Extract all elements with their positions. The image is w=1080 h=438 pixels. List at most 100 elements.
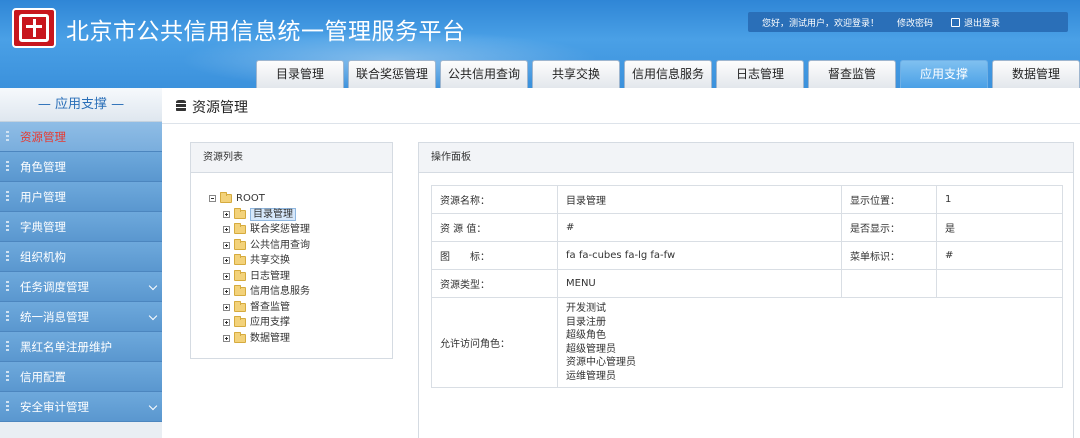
sidebar-item-4[interactable]: 组织机构 <box>0 242 162 272</box>
table-row: 资源类型： MENU <box>431 269 1063 298</box>
sidebar-item-3[interactable]: 字典管理 <box>0 212 162 242</box>
tree-node[interactable]: ROOT <box>209 192 310 204</box>
nav-tab-4[interactable]: 信用信息服务 <box>624 60 712 88</box>
main-content: 资源管理 资源列表 ROOT 目录管理联合奖惩管理 公共信用查询 共享交换日志管理信用… <box>162 88 1080 438</box>
role-item: 超级角色 <box>566 330 606 341</box>
database-icon <box>176 100 186 112</box>
tree-node[interactable]: 联合奖惩管理 <box>209 223 310 235</box>
expand-icon[interactable] <box>223 334 230 342</box>
grip-icon <box>6 311 9 323</box>
sidebar-item-2[interactable]: 用户管理 <box>0 182 162 212</box>
lock-icon <box>951 17 961 27</box>
nav-tab-3[interactable]: 共享交换 <box>532 60 620 88</box>
tree-node-label: 共享交换 <box>250 255 290 266</box>
tree-node-label: 日志管理 <box>250 270 290 282</box>
tree-node-label: 督查监管 <box>250 301 290 313</box>
expand-icon[interactable] <box>223 241 230 249</box>
sidebar-item-1[interactable]: 角色管理 <box>0 152 162 182</box>
roles-label: 允许访问角色： <box>431 297 558 388</box>
page-title: 资源管理 <box>192 100 248 116</box>
nav-tab-2[interactable]: 公共信用查询 <box>440 60 528 88</box>
folder-icon <box>234 285 246 296</box>
grip-icon <box>6 251 9 263</box>
menu-flag-label: 菜单标识： <box>841 241 937 270</box>
is-displayed-value: 是 <box>936 213 1063 242</box>
site-title: 北京市公共信用信息统一管理服务平台 <box>66 19 466 45</box>
sidebar: — 应用支撑 — 资源管理 角色管理 用户管理 字典管理 组织机构 任务调度管理 统一消息管… <box>0 88 162 438</box>
role-item: 运维管理员 <box>566 370 616 382</box>
role-item: 开发测试 <box>566 303 606 314</box>
sidebar-item-7[interactable]: 黑红名单注册维护 <box>0 332 162 362</box>
sidebar-item-label: 资源管理 <box>20 130 66 144</box>
sidebar-item-label: 任务调度管理 <box>20 280 89 294</box>
operation-panel: 操作面板 资源名称： 目录管理 显示位置： 1 资 源 值： # 是否显示： 是… <box>418 142 1074 438</box>
role-item: 超级管理员 <box>566 343 616 355</box>
tree-node-label: 目录管理 <box>250 207 296 221</box>
sidebar-item-5[interactable]: 任务调度管理 <box>0 272 162 302</box>
menu-flag-value: # <box>936 241 1063 270</box>
tree-node[interactable]: 目录管理 <box>209 207 310 221</box>
logout-link[interactable]: 退出登录 <box>951 16 1000 29</box>
roles-list: 开发测试 目录注册 超级角色 超级管理员 资源中心管理员 运维管理员 <box>557 297 1063 388</box>
tree-node-label: 应用支撑 <box>250 317 290 328</box>
icon-value: fa fa-cubes fa-lg fa-fw <box>557 241 842 270</box>
operation-panel-title: 操作面板 <box>419 143 1073 173</box>
main-nav: 目录管理 联合奖惩管理 公共信用查询 共享交换 信用信息服务 日志管理 督查监管 应用支撑 数据… <box>256 60 1080 88</box>
nav-tab-8[interactable]: 数据管理 <box>992 60 1080 88</box>
sidebar-item-6[interactable]: 统一消息管理 <box>0 302 162 332</box>
expand-icon[interactable] <box>223 210 230 218</box>
tree-node-label: 公共信用查询 <box>250 239 310 251</box>
tree-node[interactable]: 公共信用查询 <box>209 238 310 251</box>
collapse-icon[interactable] <box>209 195 216 202</box>
table-row: 资 源 值： # 是否显示： 是 <box>431 213 1063 242</box>
resource-list-title: 资源列表 <box>191 143 392 173</box>
sidebar-item-9[interactable]: 安全审计管理 <box>0 392 162 422</box>
grip-icon <box>6 401 9 413</box>
display-position-value: 1 <box>936 185 1063 214</box>
expand-icon[interactable] <box>223 288 230 295</box>
tree-node[interactable]: 应用支撑 <box>209 316 310 328</box>
tree-node-label: ROOT <box>236 193 265 204</box>
tree-node[interactable]: 信用信息服务 <box>209 285 310 297</box>
nav-tab-5[interactable]: 日志管理 <box>716 60 804 88</box>
change-password-link[interactable]: 修改密码 <box>897 16 933 29</box>
table-row: 图 标： fa fa-cubes fa-lg fa-fw 菜单标识： # <box>431 241 1063 270</box>
expand-icon[interactable] <box>223 226 230 233</box>
resource-type-label: 资源类型： <box>431 269 558 298</box>
grip-icon <box>6 281 9 293</box>
sidebar-item-8[interactable]: 信用配置 <box>0 362 162 392</box>
tree-node[interactable]: 共享交换 <box>209 254 310 266</box>
empty-cell <box>841 269 937 298</box>
nav-tab-6[interactable]: 督查监管 <box>808 60 896 88</box>
sidebar-item-label: 黑红名单注册维护 <box>20 340 112 354</box>
table-row: 允许访问角色： 开发测试 目录注册 超级角色 超级管理员 资源中心管理员 运维管理员 <box>431 297 1063 388</box>
expand-icon[interactable] <box>223 257 230 264</box>
sidebar-item-label: 信用配置 <box>20 370 66 384</box>
grip-icon <box>6 371 9 383</box>
resource-value: # <box>557 213 842 242</box>
icon-label: 图 标： <box>431 241 558 270</box>
nav-tab-0[interactable]: 目录管理 <box>256 60 344 88</box>
expand-icon[interactable] <box>223 303 230 311</box>
sidebar-list: 资源管理角色管理 用户管理字典管理组织机构任务调度管理统一消息管理黑红名单注册维护… <box>0 122 162 422</box>
grip-icon <box>6 341 9 353</box>
folder-icon <box>234 254 246 265</box>
folder-icon <box>234 269 246 281</box>
role-item: 目录注册 <box>566 316 606 328</box>
tree-node[interactable]: 数据管理 <box>209 331 310 344</box>
sidebar-item-label: 字典管理 <box>20 220 66 234</box>
resource-tree: ROOT 目录管理联合奖惩管理 公共信用查询 共享交换日志管理信用信息服务督查监管应用… <box>209 192 310 348</box>
sidebar-item-0[interactable]: 资源管理 <box>0 122 162 152</box>
expand-icon[interactable] <box>223 272 230 280</box>
header: 北京市公共信用信息统一管理服务平台 您好，测试用户，欢迎登录！ 修改密码 退出登… <box>0 0 1080 88</box>
expand-icon[interactable] <box>223 319 230 326</box>
tree-node[interactable]: 督查监管 <box>209 300 310 313</box>
folder-icon <box>220 192 232 203</box>
logout-label: 退出登录 <box>964 18 1001 29</box>
folder-icon <box>234 316 246 327</box>
nav-tab-1[interactable]: 联合奖惩管理 <box>348 60 436 88</box>
nav-tab-7[interactable]: 应用支撑 <box>900 60 988 88</box>
tree-node-label: 联合奖惩管理 <box>250 224 310 235</box>
tree-node[interactable]: 日志管理 <box>209 269 310 282</box>
resource-list-panel: 资源列表 ROOT 目录管理联合奖惩管理 公共信用查询 共享交换日志管理信用信息服务督… <box>190 142 393 359</box>
